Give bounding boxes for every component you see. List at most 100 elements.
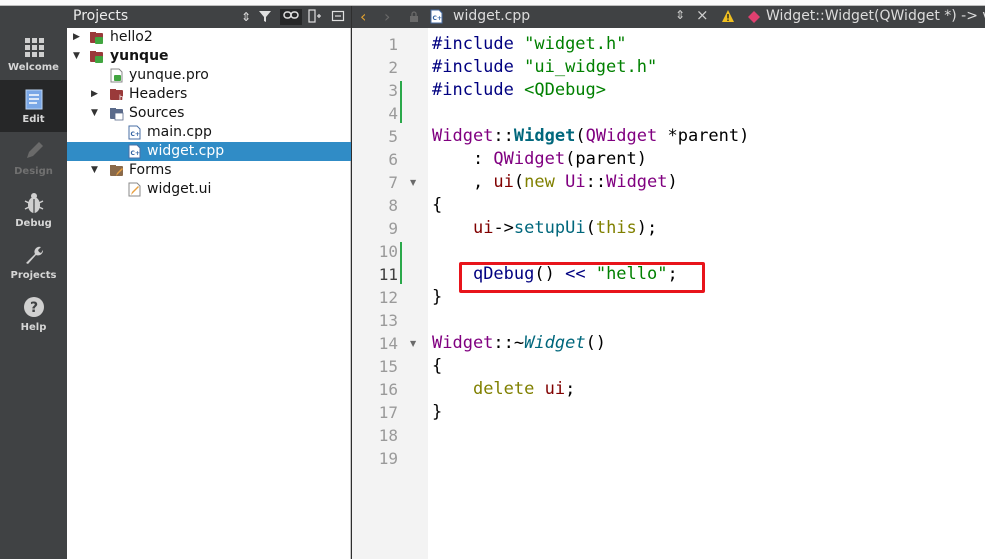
- line-number: 2: [388, 58, 398, 77]
- tree-item-label: widget.ui: [147, 181, 212, 197]
- sources-folder-icon: [110, 108, 124, 121]
- split-shape: [308, 9, 321, 23]
- svg-text:C+: C+: [131, 131, 140, 138]
- open-file-name[interactable]: widget.cpp: [453, 8, 530, 24]
- code-line-7: , ui(new Ui::Widget): [432, 171, 678, 194]
- line-number: 9: [388, 219, 398, 238]
- mode-welcome[interactable]: Welcome: [0, 28, 67, 80]
- cpp-file-icon: C+: [128, 125, 141, 140]
- forward-arrow-icon[interactable]: ›: [384, 7, 390, 26]
- svg-text:?: ?: [29, 300, 37, 316]
- link-with-editor-icon[interactable]: [280, 9, 302, 25]
- expanded-arrow-icon[interactable]: ▼: [91, 163, 101, 177]
- code-token: setupUi: [513, 218, 586, 238]
- tree-item-headers[interactable]: ▶ h Headers: [67, 85, 351, 104]
- sort-arrows-icon[interactable]: ⇕: [238, 9, 254, 25]
- function-context-combo[interactable]: Widget::Widget(QWidget *) -> vo: [766, 8, 985, 24]
- line-number: 1: [388, 35, 398, 54]
- code-token: ): [667, 172, 678, 192]
- tree-item-forms[interactable]: ▼ Forms: [67, 161, 351, 180]
- code-token: Widget: [606, 172, 668, 192]
- tree-item-main-cpp[interactable]: C+ main.cpp: [67, 123, 351, 142]
- expanded-arrow-icon[interactable]: ▼: [73, 49, 83, 63]
- expanded-arrow-icon[interactable]: ▼: [91, 106, 101, 120]
- mode-edit[interactable]: Edit: [0, 80, 67, 132]
- code-token: delete: [472, 379, 535, 399]
- mode-label: Help: [20, 322, 47, 333]
- mode-sidebar: Welcome Edit Design Debug Projects ? Hel…: [0, 6, 67, 559]
- tree-item-label: yunque: [110, 48, 169, 64]
- line-number: 10: [378, 242, 398, 261]
- line-number: 7: [388, 173, 398, 192]
- project-folder-icon: [90, 32, 103, 44]
- line-number: 14: [378, 334, 398, 353]
- svg-text:C+: C+: [433, 15, 442, 22]
- code-token: ::~: [493, 333, 525, 353]
- code-token: {: [432, 356, 443, 376]
- highlight-box: [459, 262, 705, 293]
- collapsed-arrow-icon[interactable]: ▶: [91, 87, 101, 101]
- line-number: 19: [378, 449, 398, 468]
- code-token: :: [432, 149, 494, 169]
- code-token: #include: [432, 34, 525, 54]
- code-token: (): [585, 333, 607, 353]
- line-number: 3: [388, 81, 398, 100]
- code-token: ): [636, 149, 647, 169]
- code-line-2: #include "ui_widget.h": [432, 56, 657, 79]
- warning-icon[interactable]: [721, 9, 735, 23]
- tree-item-widget-cpp[interactable]: C+ widget.cpp: [67, 142, 351, 161]
- line-number: 6: [388, 150, 398, 169]
- fold-arrow-icon[interactable]: ▼: [410, 332, 416, 355]
- fold-arrow-icon[interactable]: ▼: [410, 171, 416, 194]
- code-token: this: [595, 218, 637, 238]
- code-token: ui: [493, 172, 514, 192]
- code-line-16: delete ui;: [432, 378, 575, 401]
- code-token: }: [432, 402, 443, 422]
- close-pane-icon[interactable]: [330, 9, 346, 25]
- back-arrow-icon[interactable]: ‹: [360, 7, 366, 26]
- code-token: Ui: [565, 172, 586, 192]
- code-token: *: [657, 126, 678, 146]
- help-icon: ?: [23, 297, 44, 317]
- cpp-file-icon: C+: [430, 9, 443, 24]
- filter-icon[interactable]: [257, 9, 273, 25]
- line-number: 12: [378, 288, 398, 307]
- close-file-icon[interactable]: ×: [696, 6, 709, 24]
- mode-projects[interactable]: Projects: [0, 236, 67, 288]
- cpp-file-icon: C+: [128, 144, 141, 159]
- code-token: }: [432, 287, 443, 307]
- code-token: (: [585, 218, 596, 238]
- tree-item-yunque-pro[interactable]: yunque.pro: [67, 66, 351, 85]
- change-marker: [400, 81, 402, 123]
- svg-text:C+: C+: [131, 150, 140, 157]
- split-icon[interactable]: [307, 9, 323, 25]
- pencil-icon: [26, 142, 43, 158]
- link-shape: [283, 11, 299, 19]
- mode-help[interactable]: ? Help: [0, 288, 67, 340]
- tree-item-yunque[interactable]: ▼ yunque: [67, 47, 351, 66]
- tree-item-sources[interactable]: ▼ Sources: [67, 104, 351, 123]
- tree-item-widget-ui[interactable]: widget.ui: [67, 180, 351, 199]
- code-line-1: #include "widget.h": [432, 33, 626, 56]
- collapsed-arrow-icon[interactable]: ▶: [73, 30, 83, 44]
- code-line-17: }: [432, 401, 442, 424]
- code-line-15: {: [432, 355, 442, 378]
- projects-pane-title: Projects: [73, 8, 129, 24]
- file-dropdown-icon[interactable]: ⇕: [675, 8, 685, 22]
- code-line-14: Widget::~Widget(): [432, 332, 606, 355]
- mode-debug[interactable]: Debug: [0, 184, 67, 236]
- projects-pane: Projects ⇕ ▶ hello2 ▼ yunque yunque.pro …: [67, 6, 351, 559]
- line-number: 8: [388, 196, 398, 215]
- tree-item-label: Headers: [129, 86, 188, 102]
- line-number-gutter: 1 2 3 4 5 6 7 8 9 10 11 12 13 14 15 16 1…: [352, 28, 428, 559]
- code-token: parent: [677, 126, 740, 146]
- code-token: "ui_widget.h": [524, 57, 658, 77]
- code-token: "widget.h": [524, 34, 627, 54]
- editor-toolbar: ‹ › C+ widget.cpp ⇕ × Widget::Widget(QWi…: [352, 6, 985, 28]
- code-token: ,: [432, 172, 494, 192]
- mode-design[interactable]: Design: [0, 132, 67, 184]
- tree-item-hello2[interactable]: ▶ hello2: [67, 28, 351, 47]
- code-line-6: : QWidget(parent): [432, 148, 647, 171]
